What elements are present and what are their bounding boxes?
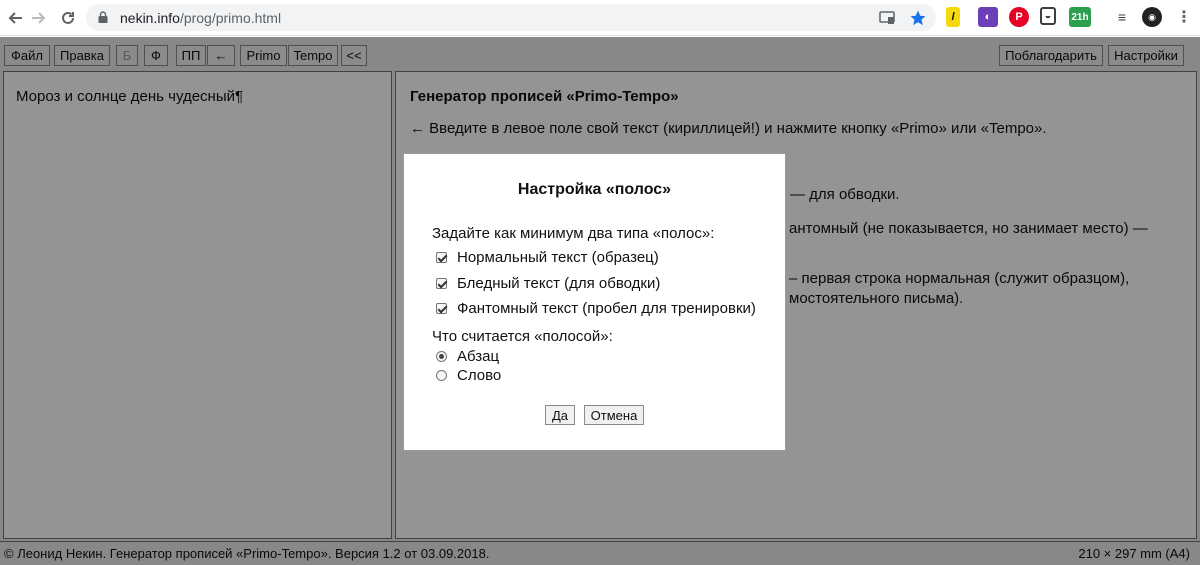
lock-icon — [98, 11, 108, 23]
checkbox[interactable] — [436, 302, 447, 314]
back-arrow-icon[interactable] — [3, 6, 27, 30]
forward-arrow-icon[interactable] — [27, 6, 51, 30]
radio-button[interactable] — [436, 350, 447, 362]
stripe-settings-dialog: Настройка «полос» Задайте как минимум дв… — [403, 153, 786, 451]
reload-icon[interactable] — [56, 6, 80, 30]
checkbox-pale-text[interactable]: Бледный текст (для обводки) — [436, 273, 660, 293]
browser-toolbar: nekin.info/prog/primo.html l ◐ P ◒ 21h ≡… — [0, 0, 1200, 36]
menu-kebab-icon[interactable]: ⋮ — [1174, 7, 1194, 27]
radio-button[interactable] — [436, 369, 447, 381]
avatar[interactable]: ◉ — [1142, 7, 1162, 27]
dialog-intro: Задайте как минимум два типа «полос»: — [432, 225, 715, 242]
dialog-question: Что считается «полосой»: — [432, 328, 613, 345]
radio-word[interactable]: Слово — [436, 365, 501, 385]
url-text: nekin.info/prog/primo.html — [120, 10, 282, 26]
extension-21h-icon[interactable]: 21h — [1069, 7, 1091, 27]
radio-paragraph[interactable]: Абзац — [436, 346, 499, 366]
pinterest-icon[interactable]: P — [1009, 7, 1029, 27]
checkbox[interactable] — [436, 277, 447, 289]
extension-yellow-icon[interactable]: l — [946, 7, 960, 27]
cast-icon[interactable] — [878, 9, 896, 27]
media-playlist-icon[interactable]: ≡ — [1112, 7, 1132, 27]
extension-purple-icon[interactable]: ◐ — [978, 7, 998, 27]
checkbox[interactable] — [436, 251, 447, 263]
checkbox-normal-text[interactable]: Нормальный текст (образец) — [436, 247, 659, 267]
ok-button[interactable]: Да — [545, 405, 575, 425]
address-bar[interactable]: nekin.info/prog/primo.html — [86, 4, 936, 31]
extension-shield-icon[interactable]: ◒ — [1040, 7, 1056, 25]
dialog-title: Настройка «полос» — [517, 181, 672, 198]
checkbox-phantom-text[interactable]: Фантомный текст (пробел для тренировки) — [436, 298, 756, 318]
bookmark-star-icon[interactable] — [909, 9, 927, 27]
cancel-button[interactable]: Отмена — [584, 405, 644, 425]
